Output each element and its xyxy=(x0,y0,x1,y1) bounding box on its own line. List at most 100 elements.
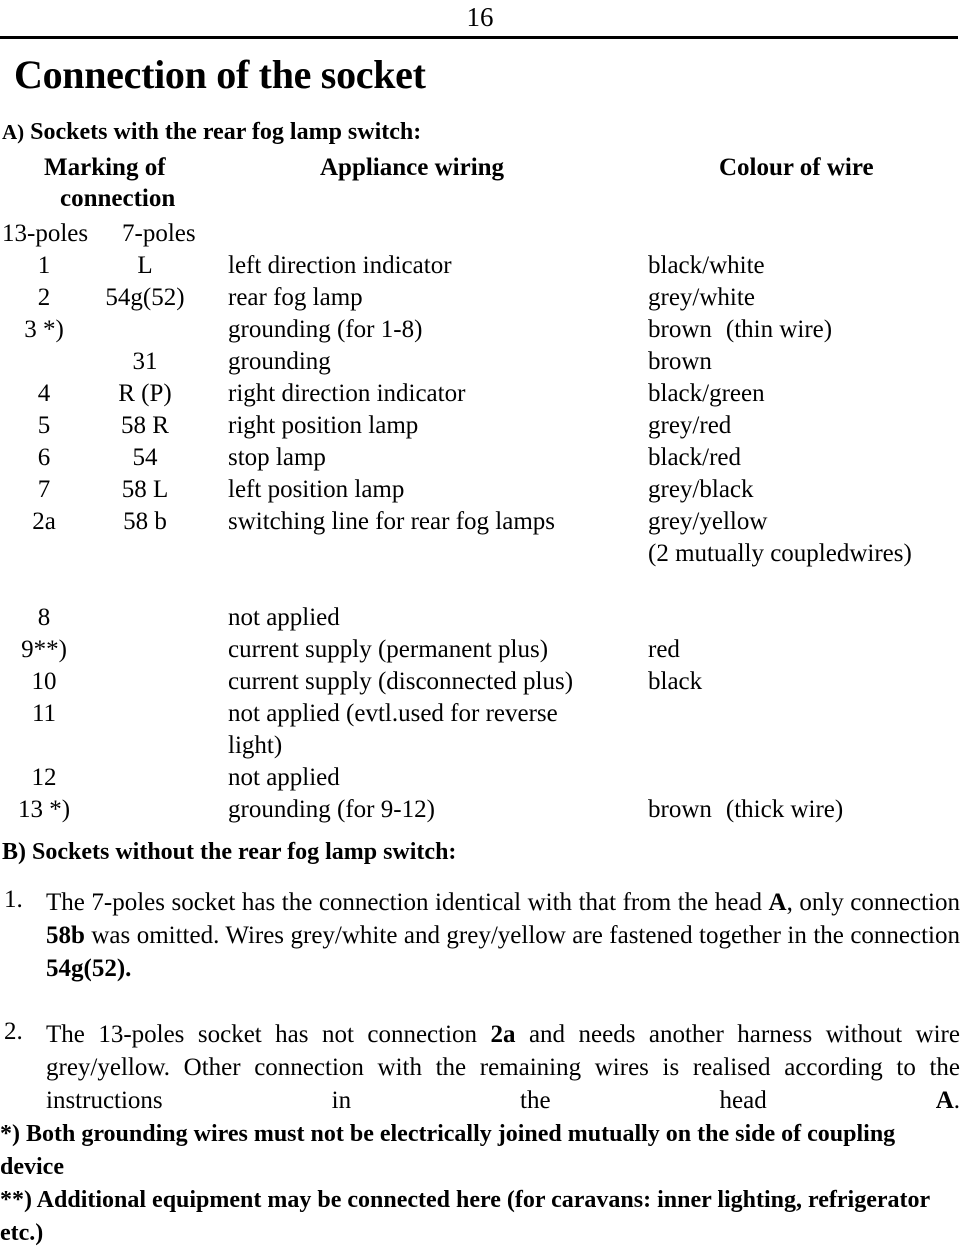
cell-colour-of-wire: brown xyxy=(648,346,712,378)
cell-appliance-wiring-line1: grounding (for 1-8) xyxy=(228,316,423,343)
table-row: 13 *) grounding (for 9-12) brown (thick wir… xyxy=(0,794,960,826)
cell-appliance-wiring: current supply (permanent plus) xyxy=(228,634,548,666)
table-row-spacer xyxy=(0,570,960,602)
table-row: 7 58 L left position lamp grey/black xyxy=(0,474,960,506)
cell-7-poles: 54g(52) xyxy=(105,284,185,311)
document-page: 16 Connection of the socket A) Sockets w… xyxy=(0,0,960,1251)
section-a-heading: A) Sockets with the rear fog lamp switch… xyxy=(2,118,421,146)
table-row: 6 54 stop lamp black/red xyxy=(0,442,960,474)
cell-13-poles: 12 xyxy=(31,764,57,791)
cell-13-poles: 3 *) xyxy=(24,316,64,343)
cell-appliance-wiring: not applied xyxy=(228,762,340,794)
cell-appliance-wiring: not applied xyxy=(228,602,340,634)
cell-appliance-wiring-line1: grounding (for 9-12) xyxy=(228,796,435,823)
table-row: 3 *) grounding (for 1-8) brown (thin wire) xyxy=(0,314,960,346)
cell-appliance-wiring: rear fog lamp xyxy=(228,282,363,314)
cell-colour-of-wire: grey/black xyxy=(648,474,754,506)
sub-header-13-poles: 13-poles xyxy=(2,220,89,247)
cell-colour-of-wire: black/green xyxy=(648,378,765,410)
cell-13-poles: 1 xyxy=(37,252,51,279)
cell-appliance-wiring-line1: left position lamp xyxy=(228,476,405,503)
list-item-number: 2. xyxy=(4,1018,23,1045)
cell-appliance-wiring: grounding (for 9-12) xyxy=(228,794,435,826)
column-header-colour-of-wire: Colour of wire xyxy=(719,154,874,181)
cell-colour-value: red xyxy=(648,636,680,663)
cell-appliance-wiring-line1: current supply (permanent plus) xyxy=(228,636,549,663)
table-row: 8 not applied xyxy=(0,602,960,634)
cell-colour-note: (thin wire) xyxy=(725,316,833,343)
column-header-marking: Marking of connection xyxy=(44,152,294,214)
cell-colour-note: (thick wire) xyxy=(725,796,844,823)
cell-13-poles: 13 *) xyxy=(17,796,71,823)
table-column-headers: Marking of connection Appliance wiring C… xyxy=(0,152,960,218)
list-item-number: 1. xyxy=(4,886,23,913)
cell-appliance-wiring-line1: rear fog lamp xyxy=(228,284,363,311)
list-item-emphasis-3: 54g(52). xyxy=(46,955,132,982)
cell-colour-value: black/red xyxy=(648,444,742,471)
footnotes: *) Both grounding wires must not be elec… xyxy=(0,1118,958,1250)
list-item: 1. The 7-poles socket has the connection … xyxy=(0,886,960,1018)
cell-colour-value: brown xyxy=(648,796,712,823)
cell-appliance-wiring-line1: left direction indicator xyxy=(228,252,452,279)
table-row: 1 Lleft direction indicator black/white xyxy=(0,250,960,282)
cell-colour-of-wire: brown (thick wire) xyxy=(648,794,843,826)
cell-7-poles: 58 L xyxy=(121,476,169,503)
cell-colour-value: grey/yellow xyxy=(648,508,768,535)
cell-colour-value: brown xyxy=(648,316,712,343)
table-row: 2 54g(52) rear fog lamp grey/white xyxy=(0,282,960,314)
cell-colour-value: grey/black xyxy=(648,476,754,503)
cell-colour-value: brown xyxy=(648,348,712,375)
table-row: 10 current supply (disconnected plus) blac… xyxy=(0,666,960,698)
cell-appliance-wiring: left direction indicator xyxy=(228,250,452,282)
cell-appliance-wiring: right direction indicator xyxy=(228,378,465,410)
page-title: Connection of the socket xyxy=(14,52,426,97)
cell-colour-of-wire: black/red xyxy=(648,442,741,474)
section-b-heading: B) Sockets without the rear fog lamp swi… xyxy=(2,839,457,865)
wiring-table: 1 Lleft direction indicator black/white 2 54… xyxy=(0,250,960,826)
column-header-marking-line2: connection xyxy=(60,185,176,212)
cell-13-poles: 5 xyxy=(37,412,51,439)
cell-7-poles: R (P) xyxy=(118,380,172,407)
cell-colour-of-wire: red xyxy=(648,634,680,666)
cell-13-poles: 7 xyxy=(37,476,51,503)
cell-colour-of-wire: black xyxy=(648,666,702,698)
cell-7-poles: L xyxy=(137,252,153,279)
cell-appliance-wiring-line2: light) xyxy=(228,732,283,759)
cell-13-poles: 11 xyxy=(31,700,57,727)
header-divider xyxy=(0,36,958,39)
cell-appliance-wiring: left position lamp xyxy=(228,474,404,506)
cell-appliance-wiring-line1: not applied xyxy=(228,604,340,631)
cell-appliance-wiring: current supply (disconnected plus) xyxy=(228,666,573,698)
cell-13-poles: 2 xyxy=(37,284,51,311)
cell-colour-value: black xyxy=(648,668,703,695)
footnote: **) Additional equipment may be connecte… xyxy=(0,1187,930,1246)
list-item-emphasis-2: 58b xyxy=(46,922,85,949)
cell-colour-value: grey/red xyxy=(648,412,732,439)
table-row: 4 R (P) right direction indicator black/gre… xyxy=(0,378,960,410)
cell-appliance-wiring-line1: not applied (evtl.used for reverse xyxy=(228,700,558,727)
footnote: *) Both grounding wires must not be elec… xyxy=(0,1121,896,1180)
sub-header-7-poles: 7-poles xyxy=(122,220,196,247)
column-header-marking-line1: Marking of xyxy=(44,154,166,181)
cell-13-poles: 8 xyxy=(37,604,51,631)
list-item-emphasis-2: A xyxy=(935,1087,954,1114)
cell-colour-value: grey/white xyxy=(648,284,755,311)
cell-appliance-wiring-line1: not applied xyxy=(228,764,340,791)
cell-13-poles: 2a xyxy=(32,508,56,535)
table-row: 2a 58 b switching line for rear fog lamps g… xyxy=(0,506,960,570)
table-row: 11 not applied (evtl.used for reverse ligh… xyxy=(0,698,960,762)
cell-appliance-wiring-line1: current supply (disconnected plus) xyxy=(228,668,574,695)
list-item-text-part3: . xyxy=(953,1087,960,1114)
cell-appliance-wiring: switching line for rear fog lamps xyxy=(228,506,555,538)
cell-appliance-wiring: grounding (for 1-8) xyxy=(228,314,422,346)
cell-appliance-wiring: grounding xyxy=(228,346,331,378)
cell-colour-of-wire: black/white xyxy=(648,250,765,282)
table-row: 12 not applied xyxy=(0,762,960,794)
cell-13-poles: 4 xyxy=(37,380,51,407)
cell-13-poles: 9**) xyxy=(21,636,67,663)
cell-colour-of-wire: grey/white xyxy=(648,282,755,314)
cell-13-poles: 10 xyxy=(31,668,57,695)
section-a-marker: A) xyxy=(2,120,25,144)
list-item-emphasis-1: 2a xyxy=(490,1021,516,1048)
cell-colour-of-wire: brown (thin wire) xyxy=(648,314,832,346)
